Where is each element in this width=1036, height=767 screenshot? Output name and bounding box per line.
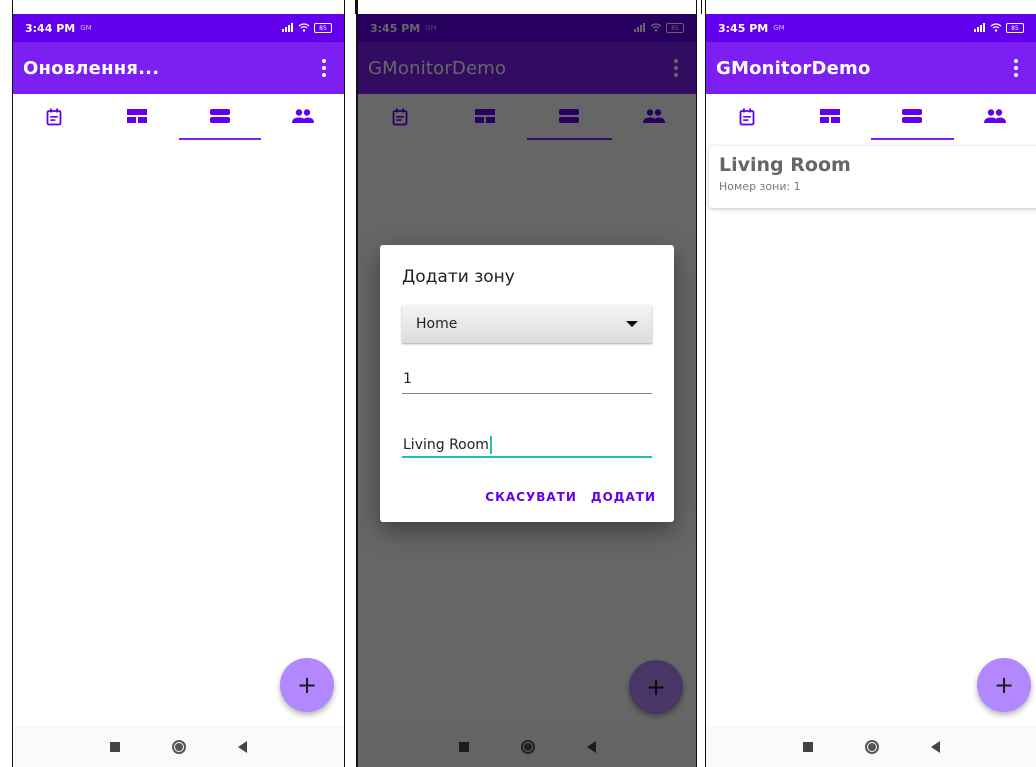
view-agenda-icon: [209, 108, 230, 128]
phone-screen-add-zone-dialog: 3:45 PM GM 85 GMonitorDemo + Додати зону…: [356, 0, 697, 767]
status-time: 3:45 PM: [370, 21, 421, 35]
recent-apps-icon[interactable]: [802, 741, 813, 752]
phone-screen-updating: 3:44 PM GM 85 Оновлення... +: [12, 0, 345, 767]
tab-bar: [358, 94, 696, 140]
dialog-actions: СКАСУВАТИ ДОДАТИ: [485, 490, 656, 504]
carrier-label: GM: [425, 24, 437, 32]
add-icon: +: [993, 671, 1015, 699]
system-nav-bar: [13, 726, 344, 767]
tab-layout[interactable]: [96, 94, 179, 140]
tab-users[interactable]: [954, 94, 1036, 140]
signal-icon: [974, 22, 986, 35]
tab-users[interactable]: [612, 94, 697, 140]
home-icon[interactable]: [520, 739, 535, 754]
battery-icon: 85: [666, 23, 684, 33]
tab-users[interactable]: [261, 94, 344, 140]
add-icon: +: [296, 671, 318, 699]
tab-bar: [706, 94, 1036, 140]
zone-name: Living Room: [719, 154, 851, 176]
more-options-icon[interactable]: [668, 56, 684, 80]
text-cursor: [489, 436, 492, 454]
event-note-icon: [739, 108, 755, 130]
tab-schedule[interactable]: [13, 94, 96, 140]
recent-apps-icon[interactable]: [458, 741, 469, 752]
home-select[interactable]: Home: [402, 305, 652, 343]
app-bar: Оновлення...: [13, 42, 344, 94]
people-icon: [642, 108, 665, 128]
tab-schedule[interactable]: [706, 94, 789, 140]
people-icon: [291, 108, 314, 128]
zone-name-field[interactable]: Living Room: [402, 434, 652, 458]
tab-zones[interactable]: [178, 94, 262, 140]
status-time: 3:45 PM: [718, 21, 769, 35]
tab-layout[interactable]: [789, 94, 872, 140]
dialog-title: Додати зону: [402, 267, 515, 287]
system-nav-bar: [358, 726, 696, 767]
table-layout-icon: [819, 108, 840, 128]
table-layout-icon: [474, 108, 495, 128]
phone-screen-zone-list: 3:45 PM GM 85 GMonitorDemo Living Room Н…: [705, 0, 1036, 767]
home-icon[interactable]: [864, 739, 879, 754]
cancel-button[interactable]: СКАСУВАТИ: [485, 490, 577, 504]
battery-icon: 85: [314, 23, 332, 33]
tab-bar: [13, 94, 344, 140]
carrier-label: GM: [773, 24, 785, 32]
add-zone-fab[interactable]: +: [629, 660, 683, 714]
battery-icon: 85: [1006, 23, 1024, 33]
carrier-label: GM: [80, 24, 92, 32]
more-options-icon[interactable]: [1008, 56, 1024, 80]
app-title: Оновлення...: [23, 57, 160, 79]
zone-number-value: 1: [403, 371, 412, 387]
home-icon[interactable]: [172, 739, 186, 754]
add-icon: +: [645, 673, 667, 701]
add-zone-fab[interactable]: +: [280, 658, 334, 712]
back-icon[interactable]: [238, 740, 247, 753]
home-select-value: Home: [416, 316, 458, 332]
people-icon: [983, 108, 1006, 128]
back-icon[interactable]: [930, 740, 940, 753]
zone-number-label: Номер зони: 1: [719, 180, 801, 193]
zone-card[interactable]: Living Room Номер зони: 1: [709, 146, 1036, 208]
event-note-icon: [46, 108, 62, 130]
tab-zones[interactable]: [527, 94, 612, 140]
status-bar: 3:44 PM GM 85: [13, 14, 344, 42]
back-icon[interactable]: [586, 740, 596, 753]
view-agenda-icon: [902, 108, 923, 128]
event-note-icon: [392, 108, 408, 130]
status-bar: 3:45 PM GM 85: [358, 14, 696, 42]
app-bar: GMonitorDemo: [706, 42, 1036, 94]
signal-icon: [634, 22, 646, 35]
wifi-icon: [298, 22, 310, 35]
app-bar: GMonitorDemo: [358, 42, 696, 94]
status-time: 3:44 PM: [25, 21, 76, 35]
status-bar: 3:45 PM GM 85: [706, 14, 1036, 42]
tab-layout[interactable]: [443, 94, 528, 140]
wifi-icon: [990, 22, 1002, 35]
recent-apps-icon[interactable]: [110, 741, 120, 752]
system-nav-bar: [706, 726, 1036, 767]
zone-name-value: Living Room: [403, 437, 489, 453]
app-title: GMonitorDemo: [716, 57, 871, 79]
table-layout-icon: [127, 108, 148, 128]
app-title: GMonitorDemo: [368, 57, 507, 79]
add-zone-fab[interactable]: +: [977, 658, 1031, 712]
more-options-icon[interactable]: [316, 56, 332, 80]
add-zone-dialog: Додати зону Home 1 Living Room СКАСУВАТИ…: [380, 245, 674, 522]
signal-icon: [282, 22, 294, 35]
zone-number-field[interactable]: 1: [402, 371, 652, 394]
view-agenda-icon: [559, 108, 580, 128]
tab-schedule[interactable]: [358, 94, 443, 140]
tab-zones[interactable]: [871, 94, 954, 140]
add-button[interactable]: ДОДАТИ: [591, 490, 656, 504]
wifi-icon: [650, 22, 662, 35]
dropdown-arrow-icon: [626, 321, 638, 327]
